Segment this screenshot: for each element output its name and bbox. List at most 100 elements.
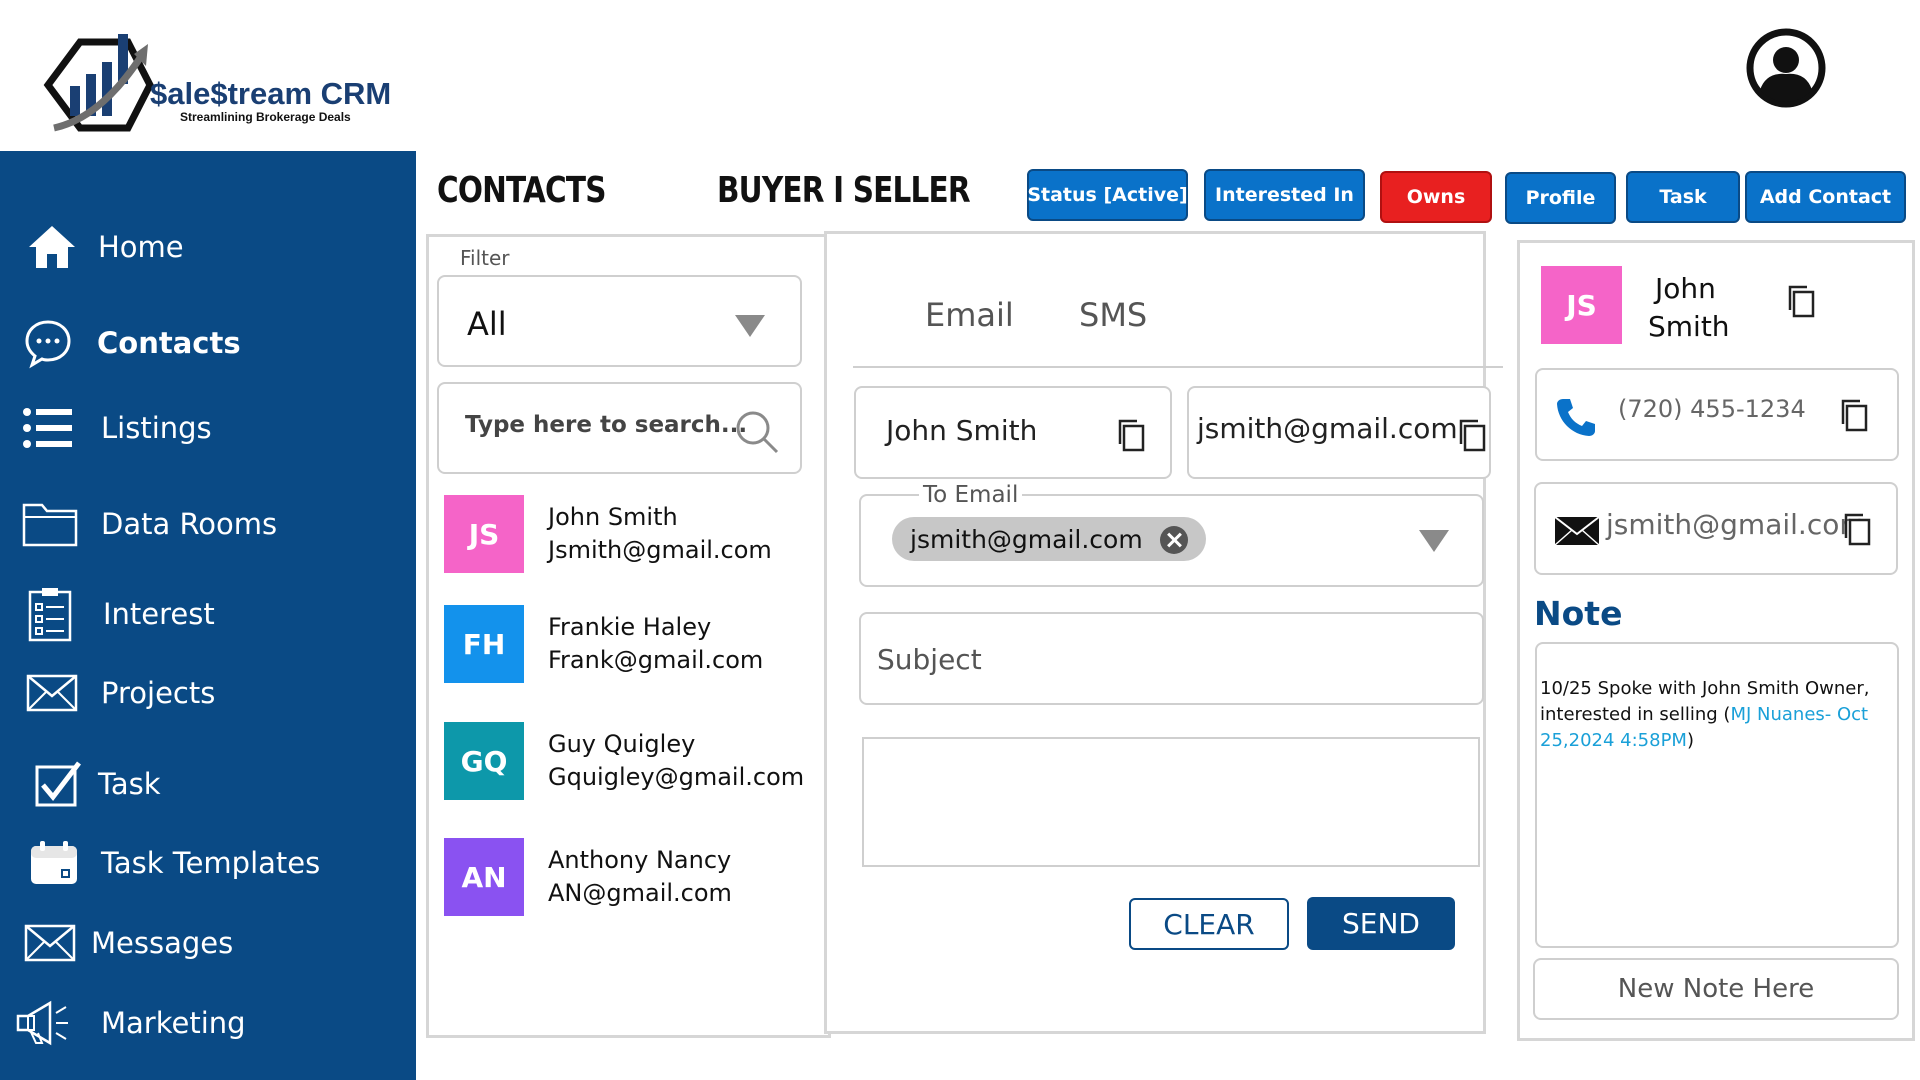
sidebar-item-label: Home	[98, 230, 184, 264]
sidebar-item-projects[interactable]: Projects	[0, 663, 416, 723]
sidebar-item-label: Task	[98, 767, 161, 801]
profile-avatar: JS	[1541, 266, 1622, 344]
filter-value: All	[467, 305, 507, 343]
tab-divider	[853, 366, 1503, 368]
sidebar-item-label: Task Templates	[101, 846, 321, 880]
contact-name: Guy Quigley	[548, 730, 696, 758]
note-title: Note	[1534, 594, 1623, 633]
copy-icon[interactable]	[1786, 284, 1816, 318]
contact-email: AN@gmail.com	[548, 879, 732, 907]
contact-row-frankie-haley[interactable]: FH Frankie Haley Frank@gmail.com	[442, 605, 802, 685]
message-body-input[interactable]	[862, 737, 1480, 867]
tab-sms[interactable]: SMS	[1079, 296, 1147, 334]
contact-row-guy-quigley[interactable]: GQ Guy Quigley Gquigley@gmail.com	[442, 722, 805, 802]
clipboard-icon	[22, 586, 78, 642]
sidebar-item-task-templates[interactable]: Task Templates	[0, 833, 416, 893]
sidebar-item-label: Marketing	[101, 1006, 246, 1040]
tab-email[interactable]: Email	[925, 296, 1014, 334]
contact-avatar: GQ	[444, 722, 524, 800]
envelope-icon	[24, 665, 80, 721]
profile-first-name: John	[1655, 272, 1716, 305]
contact-email: Jsmith@gmail.com	[548, 536, 772, 564]
phone-icon	[1557, 399, 1595, 436]
status-button[interactable]: Status [Active]	[1027, 169, 1188, 221]
contact-email: Gquigley@gmail.com	[548, 763, 805, 791]
sidebar-item-interest[interactable]: Interest	[0, 584, 416, 644]
contact-email: Frank@gmail.com	[548, 646, 764, 674]
send-button[interactable]: SEND	[1307, 897, 1455, 950]
contact-avatar: JS	[444, 495, 524, 573]
sidebar-item-data-rooms[interactable]: Data Rooms	[0, 494, 416, 554]
sidebar-item-listings[interactable]: Listings	[0, 398, 416, 458]
contact-avatar: FH	[444, 605, 524, 683]
subject-placeholder: Subject	[877, 643, 982, 676]
sidebar: Home Contacts Listings Data Rooms Intere…	[0, 151, 416, 1080]
brand-name: $ale$tream CRM	[150, 76, 392, 111]
to-email-label: To Email	[919, 482, 1023, 508]
subject-input[interactable]: Subject	[859, 612, 1484, 705]
note-text: 10/25 Spoke with John Smith Owner, inter…	[1540, 678, 1870, 751]
from-name-value: John Smith	[886, 414, 1038, 447]
sidebar-item-label: Projects	[101, 676, 216, 710]
recipient-chip-text: jsmith@gmail.com	[910, 524, 1143, 554]
phone-value: (720) 455-1234	[1618, 395, 1806, 423]
copy-icon[interactable]	[1116, 418, 1146, 452]
sidebar-item-label: Messages	[91, 926, 234, 960]
logo-icon	[43, 34, 154, 132]
sidebar-item-contacts[interactable]: Contacts	[0, 313, 416, 373]
profile-button[interactable]: Profile	[1505, 172, 1616, 224]
search-input[interactable]: Type here to search...	[437, 382, 802, 474]
user-avatar-icon[interactable]	[1746, 28, 1826, 108]
from-name-field[interactable]: John Smith	[854, 386, 1172, 479]
add-contact-button[interactable]: Add Contact	[1745, 171, 1906, 223]
contact-name: Anthony Nancy	[548, 846, 732, 874]
sidebar-item-home[interactable]: Home	[0, 217, 416, 277]
task-button[interactable]: Task	[1626, 171, 1740, 223]
sidebar-item-label: Contacts	[97, 326, 241, 360]
list-icon	[20, 400, 76, 456]
contact-avatar: AN	[444, 838, 524, 916]
calendar-icon	[26, 835, 82, 891]
envelope-icon	[22, 915, 78, 971]
search-placeholder: Type here to search...	[465, 412, 748, 438]
profile-email-field[interactable]: jsmith@gmail.com	[1534, 482, 1898, 575]
sidebar-item-label: Interest	[103, 597, 215, 631]
contacts-heading: CONTACTS	[437, 170, 606, 211]
logo: $ale$tream CRM Streamlining Brokerage De…	[0, 0, 420, 151]
close-icon[interactable]	[1160, 526, 1188, 554]
copy-icon[interactable]	[1839, 398, 1869, 432]
profile-email-value: jsmith@gmail.com	[1606, 508, 1867, 541]
sidebar-item-task[interactable]: Task	[0, 754, 416, 814]
folder-icon	[22, 496, 78, 552]
sidebar-item-marketing[interactable]: Marketing	[0, 993, 416, 1053]
copy-icon[interactable]	[1457, 418, 1487, 452]
chevron-down-icon[interactable]	[1419, 530, 1449, 552]
interested-in-button[interactable]: Interested In	[1204, 169, 1365, 221]
megaphone-icon	[14, 995, 70, 1051]
new-note-input[interactable]: New Note Here	[1533, 958, 1899, 1020]
sidebar-item-label: Data Rooms	[101, 507, 278, 541]
home-icon	[24, 219, 80, 275]
search-icon[interactable]	[735, 410, 779, 454]
checkbox-icon	[30, 756, 86, 812]
copy-icon[interactable]	[1842, 512, 1872, 546]
profile-last-name: Smith	[1648, 310, 1730, 343]
chat-icon	[20, 315, 76, 371]
filter-select[interactable]: All	[437, 275, 802, 367]
sidebar-item-messages[interactable]: Messages	[0, 913, 416, 973]
new-note-placeholder: New Note Here	[1617, 974, 1815, 1004]
from-email-field[interactable]: jsmith@gmail.com	[1187, 386, 1491, 479]
contact-row-john-smith[interactable]: JS John Smith Jsmith@gmail.com	[442, 495, 802, 575]
recipient-chip[interactable]: jsmith@gmail.com	[892, 517, 1206, 561]
from-email-value: jsmith@gmail.com	[1197, 412, 1458, 445]
brand-tagline: Streamlining Brokerage Deals	[180, 110, 351, 124]
sidebar-item-label: Listings	[101, 411, 212, 445]
chevron-down-icon	[735, 315, 765, 337]
phone-field[interactable]: (720) 455-1234	[1535, 368, 1899, 461]
contact-name: Frankie Haley	[548, 613, 712, 641]
envelope-icon	[1554, 516, 1600, 546]
clear-button[interactable]: CLEAR	[1129, 898, 1289, 950]
contact-row-anthony-nancy[interactable]: AN Anthony Nancy AN@gmail.com	[442, 838, 802, 918]
contact-name: John Smith	[548, 503, 678, 531]
owns-button[interactable]: Owns	[1380, 171, 1492, 223]
